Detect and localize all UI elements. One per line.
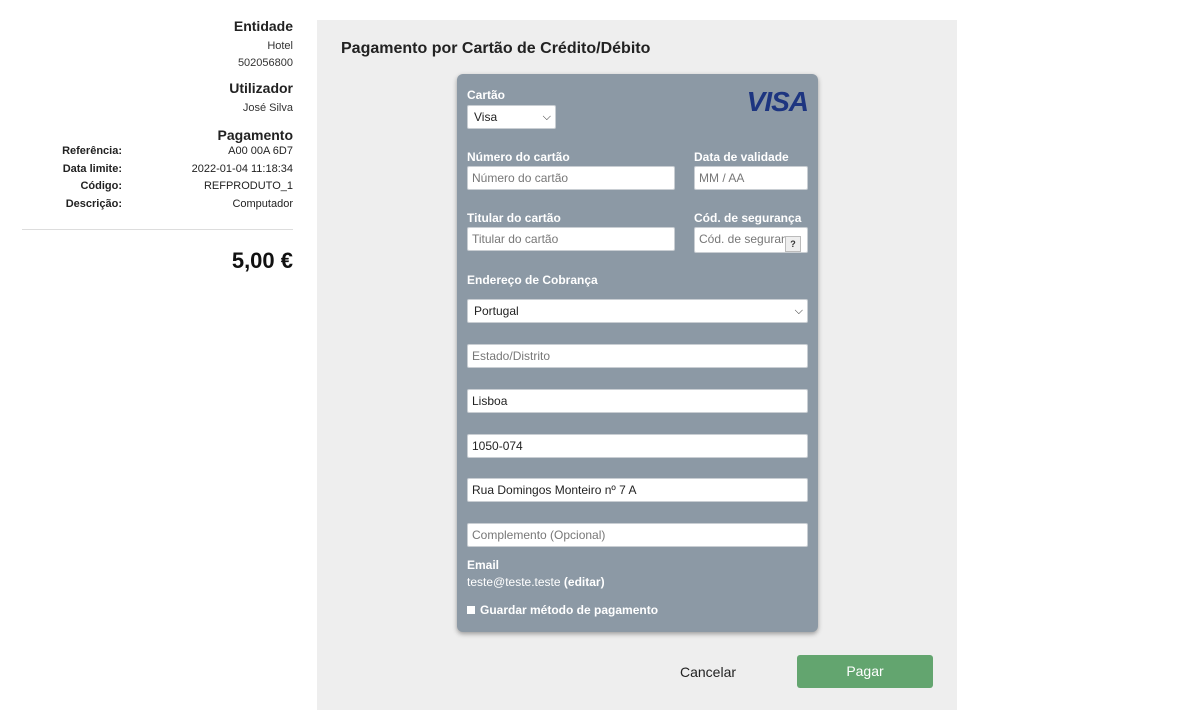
detail-value: Computador (232, 197, 293, 210)
expiry-label: Data de validade (694, 150, 789, 164)
payment-details: Referência: A00 00A 6D7 Data limite: 202… (22, 143, 293, 213)
email-value: teste@teste.teste (467, 575, 561, 589)
detail-key: Data limite: (62, 162, 122, 175)
email-label: Email (467, 558, 500, 572)
card-holder-label: Titular do cartão (467, 211, 561, 225)
card-number-input[interactable]: Número do cartão (467, 166, 675, 190)
city-input[interactable]: Lisboa (467, 389, 808, 413)
detail-key: Descrição: (65, 197, 122, 210)
detail-value: A00 00A 6D7 (228, 145, 293, 157)
payment-heading: Pagamento (217, 127, 293, 143)
user-heading: Utilizador (229, 80, 293, 96)
checkbox-icon[interactable] (467, 606, 475, 614)
visa-logo: VISA (746, 86, 809, 117)
detail-row: Data limite: 2022-01-04 11:18:34 (22, 161, 293, 179)
state-input[interactable]: Estado/Distrito (467, 344, 808, 368)
street-input[interactable]: Rua Domingos Monteiro nº 7 A (467, 478, 808, 502)
edit-email-link[interactable]: (editar) (564, 575, 605, 589)
card-number-label: Número do cartão (467, 150, 570, 164)
save-payment-checkbox[interactable]: Guardar método de pagamento (467, 603, 658, 617)
divider (22, 229, 293, 230)
total-amount: 5,00 € (231, 248, 293, 273)
card-type-label: Cartão (467, 88, 506, 102)
detail-key: Referência: (62, 145, 122, 157)
cancel-button[interactable]: Cancelar (680, 664, 736, 680)
card-type-select[interactable]: Visa ⌵ (467, 105, 556, 129)
chevron-down-icon: ⌵ (542, 111, 551, 123)
detail-row: Código: REFPRODUTO_1 (22, 178, 293, 196)
card-type-value: Visa (474, 110, 498, 124)
cvv-label: Cód. de segurança (694, 211, 802, 225)
cvv-input[interactable]: Cód. de segurança ? (694, 227, 808, 253)
payment-panel: Pagamento por Cartão de Crédito/Débito V… (317, 20, 957, 710)
card-holder-input[interactable]: Titular do cartão (467, 227, 675, 251)
pay-button[interactable]: Pagar (797, 655, 933, 688)
email-line: teste@teste.teste (editar) (467, 575, 605, 589)
country-select[interactable]: Portugal ⌵ (467, 299, 808, 323)
help-icon[interactable]: ? (785, 236, 801, 252)
payment-summary: Entidade Hotel 502056800 Utilizador José… (22, 18, 293, 274)
detail-row: Descrição: Computador (22, 196, 293, 214)
postal-code-input[interactable]: 1050-074 (467, 434, 808, 458)
country-value: Portugal (474, 304, 519, 318)
entity-heading: Entidade (233, 18, 293, 34)
expiry-input[interactable]: MM / AA (694, 166, 808, 190)
page-title: Pagamento por Cartão de Crédito/Débito (341, 40, 651, 57)
user-name: José Silva (242, 102, 293, 114)
entity-name: Hotel (267, 40, 293, 52)
detail-value: REFPRODUTO_1 (203, 180, 293, 192)
detail-value: 2022-01-04 11:18:34 (191, 162, 293, 175)
card-form: VISA Cartão Visa ⌵ Número do cartão Núme… (457, 74, 818, 632)
chevron-down-icon: ⌵ (794, 305, 803, 317)
complement-input[interactable]: Complemento (Opcional) (467, 523, 808, 547)
entity-id: 502056800 (237, 57, 293, 69)
detail-key: Código: (80, 180, 122, 192)
billing-address-label: Endereço de Cobrança (467, 273, 598, 287)
save-payment-label: Guardar método de pagamento (480, 603, 659, 617)
detail-row: Referência: A00 00A 6D7 (22, 143, 293, 161)
